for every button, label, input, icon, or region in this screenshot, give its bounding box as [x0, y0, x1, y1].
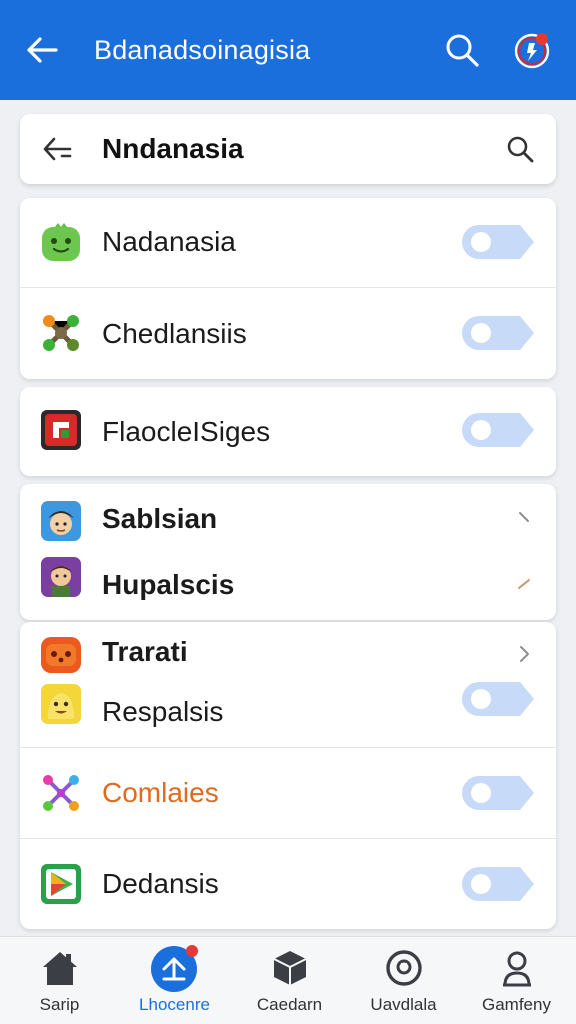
nav-tab-active[interactable]: Lhocenre	[117, 937, 232, 1024]
boy-avatar-app-icon	[40, 500, 82, 542]
play-store-app-icon	[40, 863, 82, 905]
list-item-label: Chedlansiis	[102, 317, 247, 349]
back-arrow-icon[interactable]	[24, 32, 60, 68]
list-item-label: Dedansis	[102, 868, 219, 899]
sub-header-title: Nndanasia	[102, 133, 244, 164]
list-item-label: Trarati	[102, 636, 188, 667]
yellow-character-app-icon	[40, 683, 82, 725]
settings-card: FlaocleISiges	[20, 387, 556, 476]
list-item[interactable]: Chedlansiis	[20, 288, 556, 379]
search-icon[interactable]	[442, 30, 482, 70]
profile-notification-icon[interactable]	[512, 30, 552, 70]
list-item-label: Nadanasia	[102, 226, 236, 257]
bottom-navigation: Sarip Lhocenre Caedarn Uavdlala Gamfeny	[0, 936, 576, 1024]
list-item[interactable]: Respalsis	[20, 678, 556, 746]
chevron-right-icon[interactable]	[516, 644, 532, 664]
toggle-switch[interactable]	[462, 413, 534, 447]
colorful-molecule-app-icon	[40, 772, 82, 814]
person-icon	[496, 947, 538, 989]
upload-badge-icon	[150, 943, 200, 993]
nav-tab-label: Sarip	[39, 995, 80, 1014]
man-avatar-app-icon	[40, 556, 82, 598]
list-item[interactable]: FlaocleISiges	[20, 387, 556, 476]
back-arrow-icon[interactable]	[42, 136, 72, 162]
nav-tab-label: Caedarn	[256, 995, 323, 1014]
green-monster-app-icon	[40, 221, 82, 263]
app-bar-title: Bdanadsoinagisia	[94, 34, 311, 65]
list-item[interactable]: Hupalscis	[20, 550, 556, 620]
settings-card: Nadanasia Chedlansiis	[20, 198, 556, 379]
toggle-switch[interactable]	[462, 867, 534, 901]
box-icon	[269, 947, 311, 989]
nav-tab-box[interactable]: Caedarn	[232, 937, 347, 1024]
nav-tab-label: Gamfeny	[482, 995, 551, 1014]
list-item-label: Respalsis	[102, 696, 224, 727]
list-item[interactable]: Comlaies	[20, 748, 556, 838]
list-item[interactable]: Dedansis	[20, 839, 556, 929]
nav-tab-label: Uavdlala	[370, 995, 437, 1014]
toggle-switch[interactable]	[462, 776, 534, 810]
nav-tab-label: Lhocenre	[139, 995, 210, 1014]
toggle-switch[interactable]	[462, 225, 534, 259]
sub-header: Nndanasia	[20, 114, 556, 184]
list-item[interactable]: Trarati	[20, 622, 556, 682]
nav-tab-home[interactable]: Sarip	[2, 937, 117, 1024]
settings-card: Sablsian Hupalscis	[20, 484, 556, 620]
home-icon	[39, 947, 81, 989]
list-item[interactable]: Sablsian	[20, 484, 556, 554]
orange-game-app-icon	[40, 634, 82, 676]
nav-tab-face[interactable]: Uavdlala	[346, 937, 461, 1024]
settings-card: Trarati Respalsis Comlaies Dedansis	[20, 622, 556, 929]
list-item-label: Comlaies	[102, 777, 219, 808]
toggle-switch[interactable]	[462, 682, 534, 716]
list-item[interactable]: Nadanasia	[20, 198, 556, 286]
molecule-app-icon	[40, 312, 82, 354]
face-circle-icon	[383, 947, 425, 989]
list-item-label: Hupalscis	[102, 569, 235, 600]
chevron-icon[interactable]	[516, 509, 532, 529]
toggle-switch[interactable]	[462, 316, 534, 350]
list-item-label: Sablsian	[102, 503, 218, 534]
search-icon[interactable]	[506, 135, 534, 163]
red-logo-app-icon	[40, 409, 82, 451]
nav-tab-person[interactable]: Gamfeny	[459, 937, 574, 1024]
app-bar: Bdanadsoinagisia	[0, 0, 576, 100]
chevron-icon[interactable]	[516, 574, 532, 594]
list-item-label: FlaocleISiges	[102, 415, 271, 447]
